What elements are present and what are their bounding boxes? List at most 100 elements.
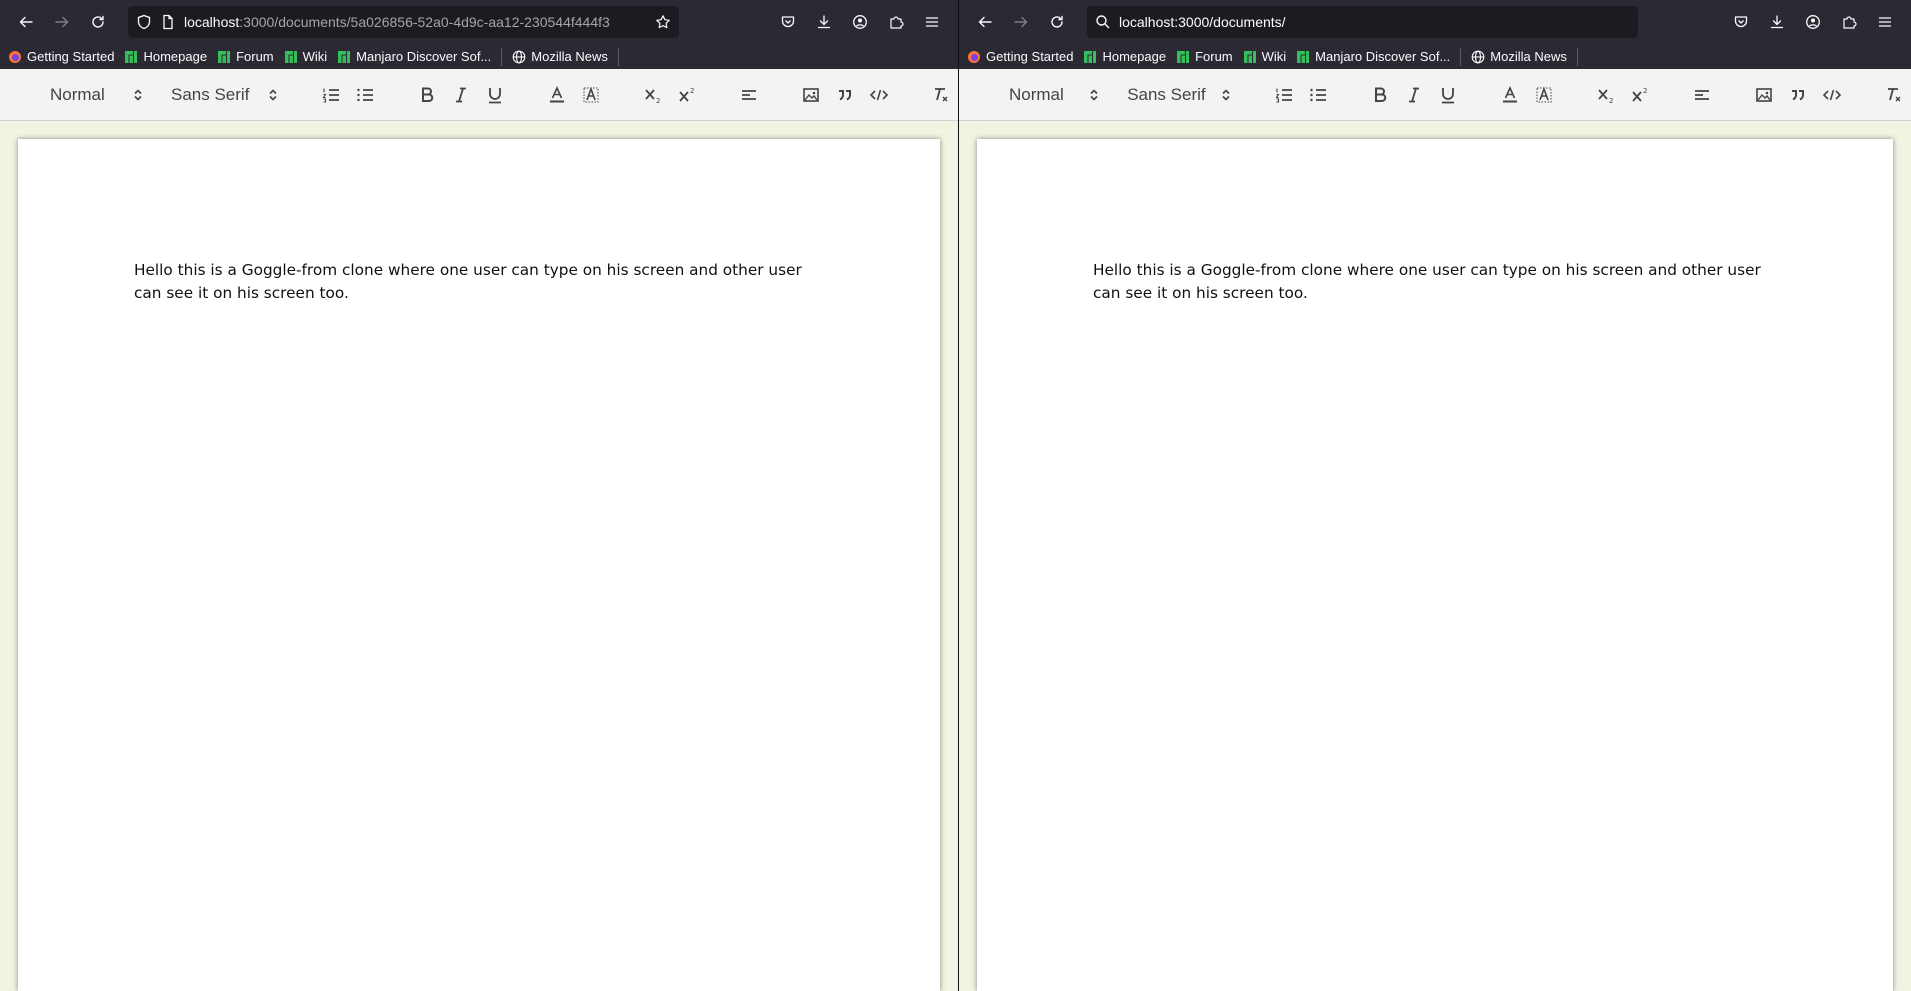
downloads-button[interactable] [808,6,840,38]
menu-button[interactable] [1869,6,1901,38]
image-button[interactable] [794,80,828,110]
screen: localhost:3000/documents/5a026856-52a0-4… [0,0,1911,991]
url-bar[interactable]: localhost:3000/documents/ [1087,6,1638,38]
bookmark-label: Mozilla News [1490,49,1567,64]
document-text[interactable]: Hello this is a Goggle-from clone where … [134,259,823,305]
puzzle-icon [1843,16,1857,29]
align-left-icon [742,89,756,100]
downloads-button[interactable] [1761,6,1793,38]
bookmark-mozilla-news[interactable]: Mozilla News [1471,49,1567,64]
download-icon [1770,15,1784,29]
bookmark-label: Homepage [143,49,208,64]
back-button[interactable] [969,6,1001,38]
quote-icon [839,89,851,100]
subscript-button[interactable]: 2 [636,80,670,110]
reload-button[interactable] [82,6,114,38]
extensions-button[interactable] [1833,6,1865,38]
text-color-button[interactable] [540,80,574,110]
manjaro-icon [338,50,351,63]
bookmark-getting-started[interactable]: Getting Started [967,49,1073,64]
bookmarks-bar: Getting Started Homepage Forum Wiki Manj… [0,44,958,69]
font-picker[interactable]: Sans Serif [1127,85,1239,105]
script-group: 2 2 [1589,80,1657,110]
account-button[interactable] [1797,6,1829,38]
font-picker[interactable]: Sans Serif [171,85,286,105]
star-icon[interactable] [655,14,671,30]
subscript-button[interactable]: 2 [1589,80,1623,110]
code-icon [869,89,889,100]
bold-button[interactable] [410,80,444,110]
extensions-button[interactable] [880,6,912,38]
header-picker[interactable]: Normal [1009,85,1107,105]
bookmark-label: Wiki [302,49,328,64]
clear-format-button[interactable] [1877,80,1911,110]
globe-icon [512,50,526,63]
superscript-button[interactable]: 2 [670,80,704,110]
url-full: localhost:3000/documents/ [1119,14,1286,30]
url-bar[interactable]: localhost:3000/documents/5a026856-52a0-4… [128,6,679,38]
header-picker-value: Normal [50,84,105,104]
bookmark-homepage[interactable]: Homepage [124,49,207,64]
forward-button[interactable] [1005,6,1037,38]
background-color-button[interactable] [574,80,608,110]
bookmark-label: Manjaro Discover Sof... [356,49,492,64]
pocket-button[interactable] [1725,6,1757,38]
format-group [1363,80,1465,110]
clear-format-icon [1888,87,1901,101]
superscript-button[interactable]: 2 [1623,80,1657,110]
bookmark-forum[interactable]: Forum [217,49,274,64]
image-button[interactable] [1747,80,1781,110]
back-button[interactable] [10,6,42,38]
underline-button[interactable] [478,80,512,110]
underline-icon [489,87,501,103]
code-block-button[interactable] [862,80,896,110]
clear-format-icon [935,87,948,101]
bookmark-wiki[interactable]: Wiki [284,49,328,64]
code-block-button[interactable] [1815,80,1849,110]
bold-button[interactable] [1363,80,1397,110]
pocket-button[interactable] [772,6,804,38]
bookmark-wiki[interactable]: Wiki [1243,49,1286,64]
document-text[interactable]: Hello this is a Goggle-from clone where … [1093,259,1776,305]
reload-button[interactable] [1041,6,1073,38]
toolbar-icons [772,6,948,38]
italic-button[interactable] [444,80,478,110]
text-color-button[interactable] [1493,80,1527,110]
align-button[interactable] [1685,80,1719,110]
account-icon [853,15,867,29]
ordered-list-button[interactable] [314,80,348,110]
bullet-list-button[interactable] [1301,80,1335,110]
bullet-list-button[interactable] [348,80,382,110]
code-icon [1822,89,1842,100]
bookmark-homepage[interactable]: Homepage [1083,49,1166,64]
forward-button[interactable] [46,6,78,38]
italic-button[interactable] [1397,80,1431,110]
editor-toolbar: Normal Sans Serif 2 2 [0,69,958,121]
color-group [540,80,608,110]
firefox-icon [968,50,980,63]
align-button[interactable] [732,80,766,110]
bookmark-manjaro-discover[interactable]: Manjaro Discover Sof... [337,49,491,64]
document-area: Hello this is a Goggle-from clone where … [0,121,958,991]
font-picker-value: Sans Serif [1127,84,1206,104]
background-color-button[interactable] [1527,80,1561,110]
account-button[interactable] [844,6,876,38]
blockquote-button[interactable] [828,80,862,110]
menu-button[interactable] [916,6,948,38]
clear-format-button[interactable] [924,80,958,110]
underline-button[interactable] [1431,80,1465,110]
document-page[interactable]: Hello this is a Goggle-from clone where … [977,139,1893,991]
header-picker[interactable]: Normal [50,85,151,105]
text-color-icon [550,85,564,102]
blockquote-button[interactable] [1781,80,1815,110]
document-page[interactable]: Hello this is a Goggle-from clone where … [18,139,940,991]
bookmark-label: Forum [1195,49,1233,64]
bookmark-manjaro-discover[interactable]: Manjaro Discover Sof... [1296,49,1450,64]
bookmark-getting-started[interactable]: Getting Started [8,49,114,64]
bullet-list-icon [357,88,373,101]
bookmark-forum[interactable]: Forum [1176,49,1233,64]
insert-group [794,80,896,110]
align-group [1685,80,1719,110]
bookmark-mozilla-news[interactable]: Mozilla News [512,49,608,64]
ordered-list-button[interactable] [1267,80,1301,110]
